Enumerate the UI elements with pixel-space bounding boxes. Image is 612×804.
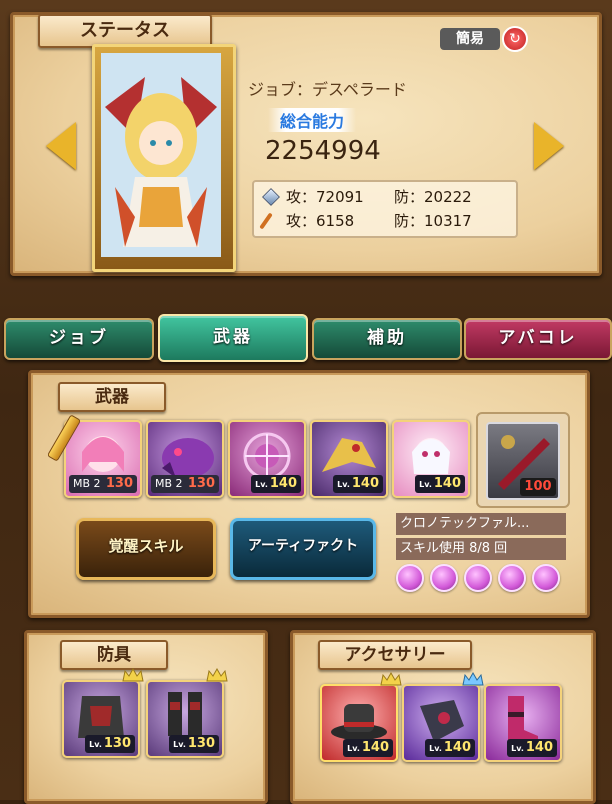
lv-prefix: Lv. xyxy=(89,740,102,749)
accessory-slot-1[interactable]: Lv. 140 xyxy=(320,672,402,764)
tab-job-label: ジョブ xyxy=(49,328,109,348)
weapon-level: 140 xyxy=(269,476,297,491)
artifact-button[interactable]: アーティファクト xyxy=(230,518,376,580)
armor-title-banner: 防具 xyxy=(60,640,168,670)
simple-toggle-label: 簡易 xyxy=(440,28,500,50)
skill-name[interactable]: クロノテックファル... xyxy=(396,513,566,535)
prev-arrow-icon[interactable] xyxy=(46,122,76,170)
weapon-slot-3[interactable]: Lv. 140 xyxy=(228,420,306,498)
accessory-level-badge: Lv. 140 xyxy=(425,739,475,757)
weapon-level-badge: Lv. 140 xyxy=(251,475,301,493)
crown-icon xyxy=(122,668,144,682)
armor-slot-2[interactable]: Lv. 130 xyxy=(146,668,228,760)
weapon-section-title: 武器 xyxy=(95,387,129,407)
character-art-icon xyxy=(101,53,221,257)
weapon-level: 130 xyxy=(105,476,133,491)
staff-icon xyxy=(259,212,273,230)
tab-avatar-label: アバコレ xyxy=(498,328,578,348)
lv-prefix: Lv. xyxy=(429,744,442,753)
accessory-level: 140 xyxy=(443,740,471,755)
armor-level-badge: Lv. 130 xyxy=(169,735,219,753)
accessory-section-title: アクセサリー xyxy=(344,645,446,665)
weapon-title-banner: 武器 xyxy=(58,382,166,412)
physical-defense: 防：20222 xyxy=(394,188,472,206)
weapon-level-badge: Lv. 140 xyxy=(415,475,465,493)
armor-section-title: 防具 xyxy=(97,645,131,665)
tab-avatar-collection[interactable]: アバコレ xyxy=(464,318,612,360)
tab-support[interactable]: 補助 xyxy=(312,318,462,360)
accessory-title-banner: アクセサリー xyxy=(318,640,472,670)
weapon-slot-5[interactable]: Lv. 140 xyxy=(392,420,470,498)
lv-prefix: Lv. xyxy=(337,480,350,489)
status-title-banner: ステータス xyxy=(38,14,212,48)
skill-gem-icon xyxy=(396,564,424,592)
accessory-slot-2[interactable]: Lv. 140 xyxy=(402,672,484,764)
magic-attack: 攻：6158 xyxy=(286,212,355,230)
accessory-level-badge: Lv. 140 xyxy=(343,739,393,757)
character-portrait[interactable] xyxy=(92,44,236,272)
special-weapon-slot[interactable]: 100 xyxy=(476,412,570,508)
skill-gem-row xyxy=(396,564,576,592)
weapon-slot-4[interactable]: Lv. 140 xyxy=(310,420,388,498)
power-label: 総合能力 xyxy=(268,108,357,132)
mb-label: MB 2 xyxy=(155,477,183,490)
skill-gem-icon xyxy=(498,564,526,592)
physical-attack: 攻：72091 xyxy=(286,188,364,206)
skill-gem-icon xyxy=(464,564,492,592)
weapon-level: 140 xyxy=(351,476,379,491)
weapon-mb-badge: MB 2 130 xyxy=(69,475,137,493)
special-level-badge: 100 xyxy=(520,478,556,496)
tab-weapon-label: 武器 xyxy=(213,327,253,347)
crown-icon xyxy=(462,672,484,686)
weapon-level: 140 xyxy=(433,476,461,491)
armor-level-badge: Lv. 130 xyxy=(85,735,135,753)
lv-prefix: Lv. xyxy=(255,480,268,489)
weapon-level: 130 xyxy=(187,476,215,491)
lv-prefix: Lv. xyxy=(347,744,360,753)
crown-icon xyxy=(380,672,402,686)
tab-job[interactable]: ジョブ xyxy=(4,318,154,360)
lv-prefix: Lv. xyxy=(173,740,186,749)
stats-box: 攻：72091 防：20222 攻：6158 防：10317 xyxy=(252,180,518,238)
accessory-level: 140 xyxy=(525,740,553,755)
sword-icon xyxy=(262,188,280,206)
tab-support-label: 補助 xyxy=(367,328,407,348)
simple-toggle-button[interactable]: 簡易 ↻ xyxy=(440,26,530,52)
weapon-mb-badge: MB 2 130 xyxy=(151,475,219,493)
weapon-slot-1[interactable]: MB 2 130 xyxy=(46,414,142,498)
armor-level: 130 xyxy=(103,736,131,751)
weapon-level-badge: Lv. 140 xyxy=(333,475,383,493)
skill-usage: スキル使用 8/8 回 xyxy=(396,538,566,560)
skill-gem-icon xyxy=(430,564,458,592)
armor-level: 130 xyxy=(187,736,215,751)
accessory-level: 140 xyxy=(361,740,389,755)
lv-prefix: Lv. xyxy=(511,744,524,753)
next-arrow-icon[interactable] xyxy=(534,122,564,170)
power-value: 2254994 xyxy=(265,136,381,166)
page-title: ステータス xyxy=(80,20,170,41)
refresh-icon: ↻ xyxy=(502,26,528,52)
crown-icon xyxy=(206,668,228,682)
magic-defense: 防：10317 xyxy=(394,212,472,230)
accessory-level-badge: Lv. 140 xyxy=(507,739,557,757)
job-label: ジョブ：デスペラード xyxy=(248,80,407,99)
weapon-slot-2[interactable]: MB 2 130 xyxy=(146,420,224,498)
awaken-skill-button[interactable]: 覚醒スキル xyxy=(76,518,216,580)
armor-slot-1[interactable]: Lv. 130 xyxy=(62,668,144,760)
lv-prefix: Lv. xyxy=(419,480,432,489)
accessory-slot-3[interactable]: Lv. 140 xyxy=(484,684,562,764)
tab-weapon[interactable]: 武器 xyxy=(158,314,308,362)
mb-label: MB 2 xyxy=(73,477,101,490)
skill-gem-icon xyxy=(532,564,560,592)
